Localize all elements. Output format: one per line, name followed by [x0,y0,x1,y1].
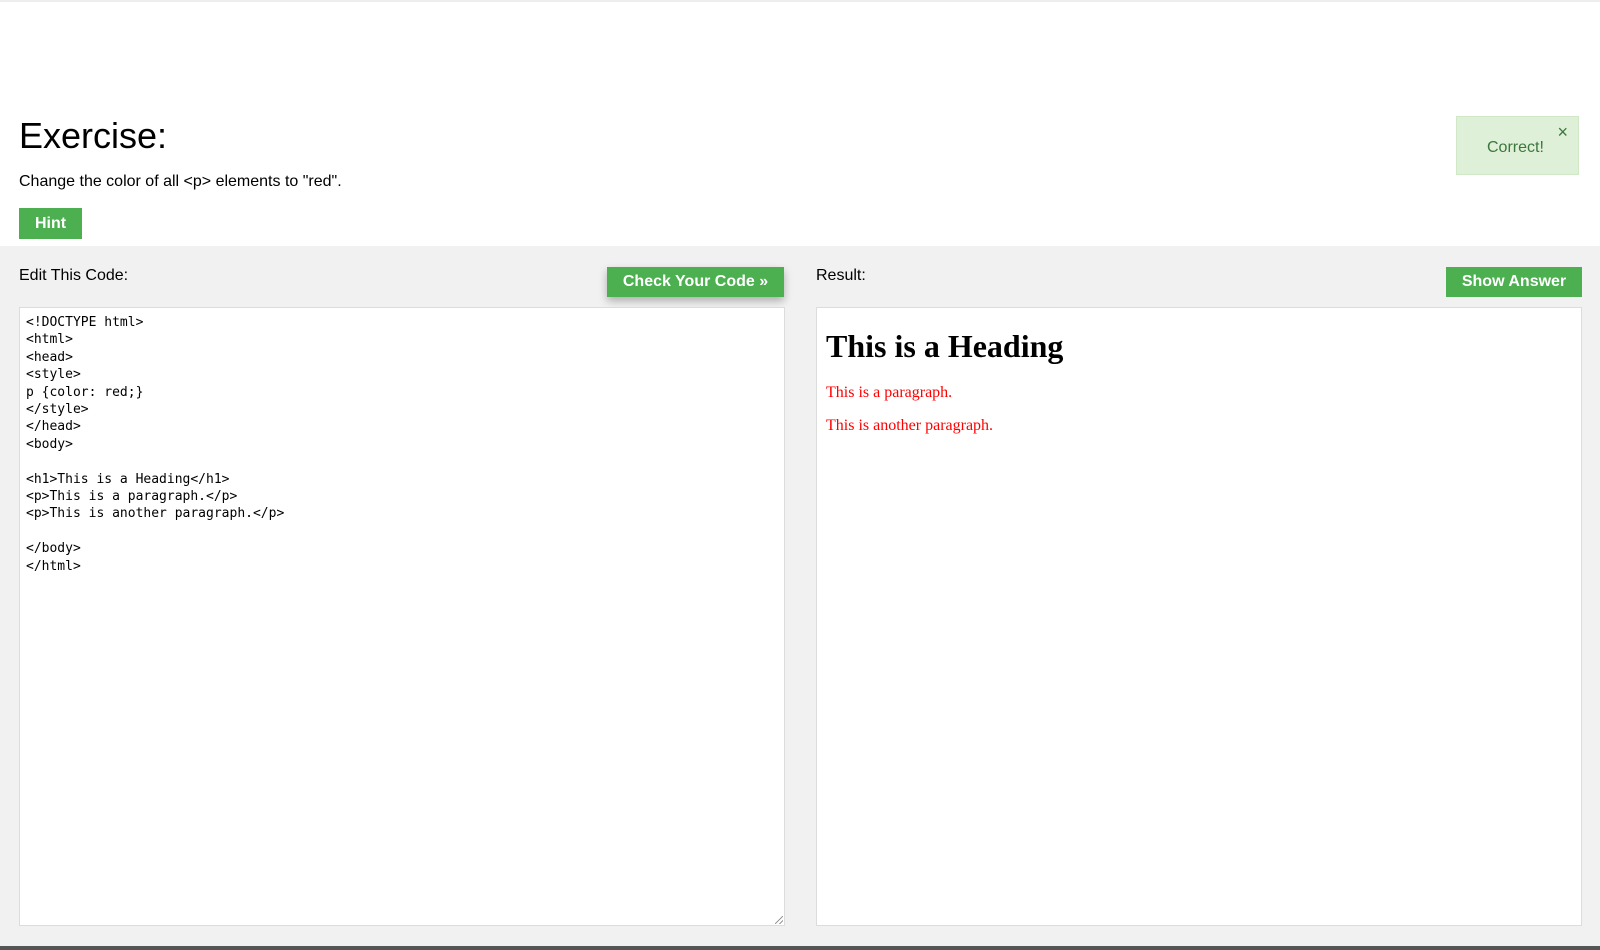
editor-label: Edit This Code: [19,267,129,284]
check-code-button[interactable]: Check Your Code » [607,267,784,297]
bottom-divider [0,946,1600,950]
exercise-description: Change the color of all <p> elements to … [19,173,342,190]
exercise-title: Exercise: [19,115,168,156]
resize-handle-icon[interactable] [775,916,783,924]
top-divider [0,0,1600,2]
result-frame: This is a Heading This is a paragraph. T… [816,307,1582,926]
result-label: Result: [816,267,866,284]
result-paragraph: This is another paragraph. [826,417,994,434]
close-icon[interactable]: × [1557,123,1568,141]
notification-text: Correct! [1487,139,1544,156]
hint-button[interactable]: Hint [19,208,82,239]
correct-notification: Correct! × [1456,116,1579,175]
code-editor[interactable]: <!DOCTYPE html> <html> <head> <style> p … [19,307,785,926]
result-heading: This is a Heading [826,328,1064,364]
show-answer-button[interactable]: Show Answer [1446,267,1582,297]
result-paragraph: This is a paragraph. [826,384,953,401]
